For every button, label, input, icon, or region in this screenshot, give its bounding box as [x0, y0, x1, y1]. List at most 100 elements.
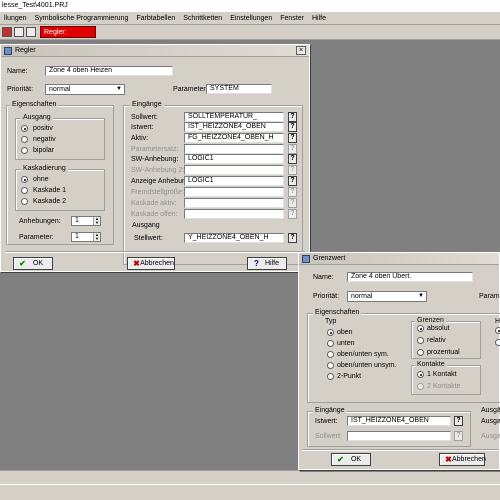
- radio-h-2[interactable]: [495, 339, 500, 346]
- kontakt2-label: 2 Kontakte: [427, 383, 461, 390]
- ausgang2-title: Ausgang: [130, 222, 162, 230]
- radio-oben-unten-unsym[interactable]: [327, 362, 334, 369]
- kaskadierung-title: Kaskadierung: [21, 165, 68, 173]
- radio-ohne[interactable]: [21, 176, 28, 183]
- radio-bipolar[interactable]: [21, 147, 28, 154]
- radio-h-1[interactable]: [495, 327, 500, 334]
- menu-item-hilfe[interactable]: Hilfe: [308, 12, 330, 24]
- zweipunkt-label: 2-Punkt: [337, 373, 362, 380]
- gw-sollwert-help-button: ?: [454, 431, 463, 441]
- oben-unten-unsym-label: oben/unten unsym.: [337, 362, 397, 369]
- close-icon[interactable]: ×: [296, 46, 306, 55]
- negativ-label: negativ: [33, 136, 56, 143]
- parameter-stepper[interactable]: 1 ▲ ▼: [71, 232, 101, 242]
- oben-unten-sym-label: oben/unten sym.: [337, 351, 389, 358]
- radio-prozentual[interactable]: [417, 349, 424, 356]
- hilfe-button[interactable]: ? Hilfe: [247, 257, 287, 270]
- radio-unten[interactable]: [327, 340, 334, 347]
- name-field[interactable]: Zone 4 oben Heizen: [45, 66, 173, 76]
- menu-item-einstellungen-frag[interactable]: llungen: [0, 12, 31, 24]
- radio-oben-unten-sym[interactable]: [327, 351, 334, 358]
- radio-absolut[interactable]: [417, 325, 424, 332]
- toolbar: Regler: OFFLINE: [0, 25, 500, 48]
- pause-icon[interactable]: [14, 27, 24, 37]
- spin-down-icon[interactable]: ▼: [93, 221, 100, 225]
- istwert-field[interactable]: IST_HEIZZONE4_OBEN: [184, 122, 284, 132]
- gw-abbrechen-button[interactable]: ✖ Abbrechen: [439, 453, 486, 466]
- radio-kaskade2[interactable]: [21, 198, 28, 205]
- sollwert-field[interactable]: SOLLTEMPERATUR_: [184, 112, 284, 122]
- regler-title: Regler: [15, 47, 36, 54]
- kaskade-aktiv-help-button: ?: [288, 198, 297, 208]
- radio-negativ[interactable]: [21, 136, 28, 143]
- taskbar: [0, 484, 500, 500]
- eingaenge-title: Eingänge: [130, 101, 164, 109]
- fremdstellgroesse-help-button: ?: [288, 187, 297, 197]
- grenzwert-title-bar: Grenzwert: [299, 253, 499, 265]
- ok-button[interactable]: ✔ OK: [13, 257, 53, 270]
- gw-name-field[interactable]: Zone 4 oben Übert.: [347, 272, 473, 282]
- fremdstellgroesse-label: Fremdstellgröße:: [131, 189, 184, 196]
- sw-anhebung-label: SW-Anhebung:: [131, 156, 179, 163]
- radio-kaskade1[interactable]: [21, 187, 28, 194]
- name-label: Name:: [7, 68, 28, 75]
- param-label: Parameter:: [173, 86, 208, 93]
- gw-ausgaenge-fragment: Ausgän: [479, 407, 500, 415]
- kaskade-offen-field: [184, 209, 284, 219]
- grenzwert-dialog: Grenzwert Name: Zone 4 oben Übert. Prior…: [298, 252, 500, 470]
- param-field[interactable]: SYSTEM: [206, 84, 272, 94]
- stellwert-help-button[interactable]: ?: [288, 233, 297, 243]
- anzeige-anhebung-help-button[interactable]: ?: [288, 176, 297, 186]
- spin-down-icon[interactable]: ▼: [93, 237, 100, 241]
- stellwert-field[interactable]: Y_HEIZZONE4_OBEN_H: [184, 233, 284, 243]
- kaskade-offen-help-button: ?: [288, 209, 297, 219]
- stellwert-label: Stellwert:: [134, 235, 163, 242]
- status-bar: [0, 470, 500, 484]
- parameter-value: 1: [75, 233, 79, 240]
- menu-item-einstellungen[interactable]: Einstellungen: [226, 12, 276, 24]
- radio-relativ[interactable]: [417, 337, 424, 344]
- page-icon[interactable]: [26, 27, 36, 37]
- oben-label: oben: [337, 329, 353, 336]
- sollwert-help-button[interactable]: ?: [288, 112, 297, 122]
- menu-item-fenster[interactable]: Fenster: [276, 12, 308, 24]
- gw-sollwert-label: Sollwert:: [315, 433, 342, 440]
- prio-select[interactable]: normal ▼: [45, 84, 125, 95]
- menu-item-symbolische-programmierung[interactable]: Symbolische Programmierung: [31, 12, 133, 24]
- radio-1-kontakt[interactable]: [417, 371, 424, 378]
- kaskade1-label: Kaskade 1: [33, 187, 67, 194]
- ohne-label: ohne: [33, 176, 49, 183]
- aktiv-help-button[interactable]: ?: [288, 133, 297, 143]
- radio-positiv[interactable]: [21, 125, 28, 132]
- parametersatz-label: Parametersatz:: [131, 146, 179, 153]
- check-icon: ✔: [19, 259, 26, 268]
- radio-2-punkt[interactable]: [327, 373, 334, 380]
- gw-istwert-help-button[interactable]: ?: [454, 416, 463, 426]
- gw-prio-select[interactable]: normal ▼: [347, 291, 427, 302]
- menu-item-farbtabellen[interactable]: Farbtabellen: [132, 12, 179, 24]
- sw-anhebung-help-button[interactable]: ?: [288, 154, 297, 164]
- aktiv-field[interactable]: FG_HEIZZONE4_OBEN_H: [184, 133, 284, 143]
- sw-anhebung-field[interactable]: LOGIC1: [184, 154, 284, 164]
- menu-item-schrittketten[interactable]: Schrittketten: [179, 12, 226, 24]
- stop-icon[interactable]: [2, 27, 12, 37]
- unten-label: unten: [337, 340, 355, 347]
- abbrechen-button[interactable]: ✖ Abbrechen: [127, 257, 175, 270]
- istwert-help-button[interactable]: ?: [288, 122, 297, 132]
- radio-oben[interactable]: [327, 329, 334, 336]
- chevron-down-icon[interactable]: ▼: [115, 86, 123, 93]
- bipolar-label: bipolar: [33, 147, 55, 154]
- parametersatz-field: [184, 144, 284, 154]
- menu-bar: llungen Symbolische Programmierung Farbt…: [0, 12, 500, 25]
- chevron-down-icon[interactable]: ▼: [417, 293, 425, 300]
- gw-istwert-field[interactable]: IST_HEIZZONE4_OBEN: [347, 416, 451, 426]
- kaskade-aktiv-field: [184, 198, 284, 208]
- parameter-label: Parameter:: [19, 234, 54, 241]
- anhebungen-stepper[interactable]: 1 ▲ ▼: [71, 216, 101, 226]
- sollwert-label: Sollwert:: [131, 114, 158, 121]
- gw-ok-button[interactable]: ✔ OK: [331, 453, 371, 466]
- separator: [5, 251, 305, 253]
- gw-prio-value: normal: [351, 293, 373, 300]
- gw-sollwert-field: [347, 431, 451, 441]
- anzeige-anhebung-field[interactable]: LOGIC1: [184, 176, 284, 186]
